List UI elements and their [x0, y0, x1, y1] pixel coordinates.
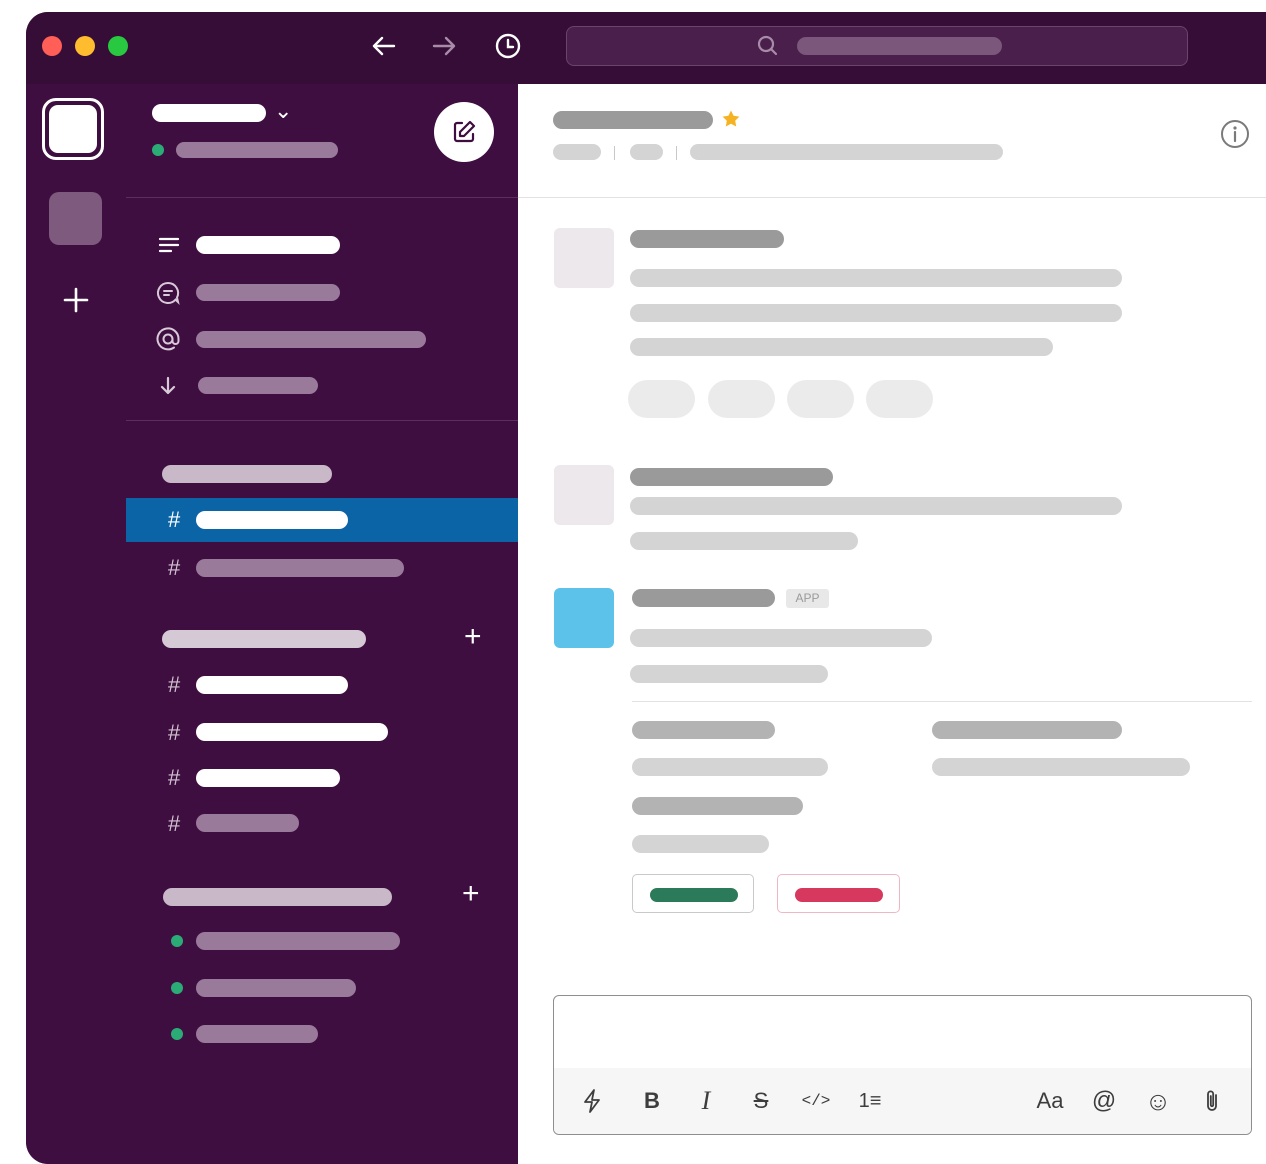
mention-button[interactable]: @ [1084, 1068, 1124, 1134]
avatar[interactable] [554, 228, 614, 288]
workspace-rail [26, 84, 126, 1164]
channel-meta-pins[interactable] [630, 144, 663, 160]
dm-label [196, 932, 400, 950]
arrow-left-icon[interactable] [368, 32, 400, 60]
italic-button[interactable]: I [686, 1068, 726, 1134]
history-clock-icon[interactable] [492, 30, 524, 62]
arrow-right-icon[interactable] [428, 32, 460, 60]
emoji-button[interactable]: ☺ [1138, 1068, 1178, 1134]
user-status[interactable] [176, 142, 338, 158]
presence-online-dot [171, 982, 183, 994]
message-line [630, 304, 1122, 322]
dm-label [196, 1025, 318, 1043]
search-bar[interactable] [566, 26, 1188, 66]
deny-button[interactable] [777, 874, 900, 913]
channel-hash: # [168, 507, 181, 532]
minimize-window-button[interactable] [75, 36, 95, 56]
nav-label [198, 377, 318, 394]
presence-online-dot [171, 935, 183, 947]
channel-label [196, 723, 388, 741]
avatar[interactable] [554, 465, 614, 525]
message-line [630, 338, 1053, 356]
workspace-name[interactable] [152, 104, 266, 122]
section-header-starred[interactable] [162, 630, 366, 648]
app-window: ⌄ # # + # # # # + APP B I S </> 1≡ Aa @ … [26, 12, 1266, 1164]
field-title [932, 721, 1122, 739]
drafts-icon [156, 374, 180, 398]
message-line [630, 629, 932, 647]
close-window-button[interactable] [42, 36, 62, 56]
info-icon[interactable] [1218, 117, 1252, 151]
channel-hash: # [168, 672, 181, 697]
channel-label [196, 559, 404, 577]
sender-name[interactable] [630, 468, 833, 486]
maximize-window-button[interactable] [108, 36, 128, 56]
message-line [630, 665, 828, 683]
message-input[interactable] [554, 996, 1251, 1068]
code-button[interactable]: </> [796, 1068, 836, 1134]
nav-label [196, 236, 340, 254]
channel-item-selected[interactable]: # [126, 498, 518, 542]
reaction-pill[interactable] [708, 380, 775, 418]
channel-label [196, 769, 340, 787]
field-title [632, 797, 803, 815]
workspace-secondary-icon[interactable] [49, 192, 102, 245]
channel-title[interactable] [553, 111, 713, 129]
status-online-dot [152, 144, 164, 156]
shortcuts-bolt-icon[interactable] [572, 1068, 612, 1134]
plus-icon[interactable] [58, 282, 94, 318]
formatting-toolbar: B I S </> 1≡ Aa @ ☺ [554, 1068, 1251, 1134]
field-value [632, 835, 769, 853]
title-bar [26, 12, 1266, 84]
field-value [632, 758, 828, 776]
search-placeholder [797, 37, 1002, 55]
search-icon [755, 33, 781, 59]
sender-name[interactable] [630, 230, 784, 248]
message-line [630, 269, 1122, 287]
workspace-caret[interactable]: ⌄ [274, 98, 292, 124]
text-size-button[interactable]: Aa [1030, 1068, 1070, 1134]
section-header-channels[interactable] [162, 465, 332, 483]
dms-icon [154, 279, 182, 307]
channel-hash: # [168, 720, 181, 745]
dm-label [196, 979, 356, 997]
section-add-button[interactable]: + [462, 877, 480, 911]
app-badge: APP [786, 589, 829, 608]
threads-icon [156, 232, 182, 258]
star-icon[interactable] [720, 108, 742, 130]
section-header-direct-messages[interactable] [163, 888, 392, 906]
channel-label [196, 511, 348, 529]
mentions-icon [154, 325, 182, 353]
channel-label [196, 814, 299, 832]
channel-hash: # [168, 555, 181, 580]
approve-button[interactable] [632, 874, 754, 913]
attach-paperclip-icon[interactable] [1192, 1068, 1232, 1134]
message-line [630, 497, 1122, 515]
workspace-icon[interactable] [42, 98, 104, 160]
numbered-list-button[interactable]: 1≡ [850, 1068, 890, 1134]
sidebar: ⌄ # # + # # # # + [126, 84, 518, 1164]
compose-icon[interactable] [434, 102, 494, 162]
sender-name[interactable] [632, 589, 775, 607]
reaction-pill[interactable] [866, 380, 933, 418]
channel-hash: # [168, 765, 181, 790]
channel-meta-members[interactable] [553, 144, 601, 160]
message-line [630, 532, 858, 550]
bold-button[interactable]: B [632, 1068, 672, 1134]
message-composer: B I S </> 1≡ Aa @ ☺ [553, 995, 1252, 1135]
app-avatar[interactable] [554, 588, 614, 648]
nav-label [196, 284, 340, 301]
presence-online-dot [171, 1028, 183, 1040]
strikethrough-button[interactable]: S [741, 1068, 781, 1134]
channel-view: APP B I S </> 1≡ Aa @ ☺ [518, 84, 1266, 1164]
channel-label [196, 676, 348, 694]
channel-topic[interactable] [690, 144, 1003, 160]
section-add-button[interactable]: + [464, 620, 482, 654]
reaction-pill[interactable] [628, 380, 695, 418]
reaction-pill[interactable] [787, 380, 854, 418]
channel-hash: # [168, 811, 181, 836]
field-value [932, 758, 1190, 776]
field-title [632, 721, 775, 739]
nav-label [196, 331, 426, 348]
